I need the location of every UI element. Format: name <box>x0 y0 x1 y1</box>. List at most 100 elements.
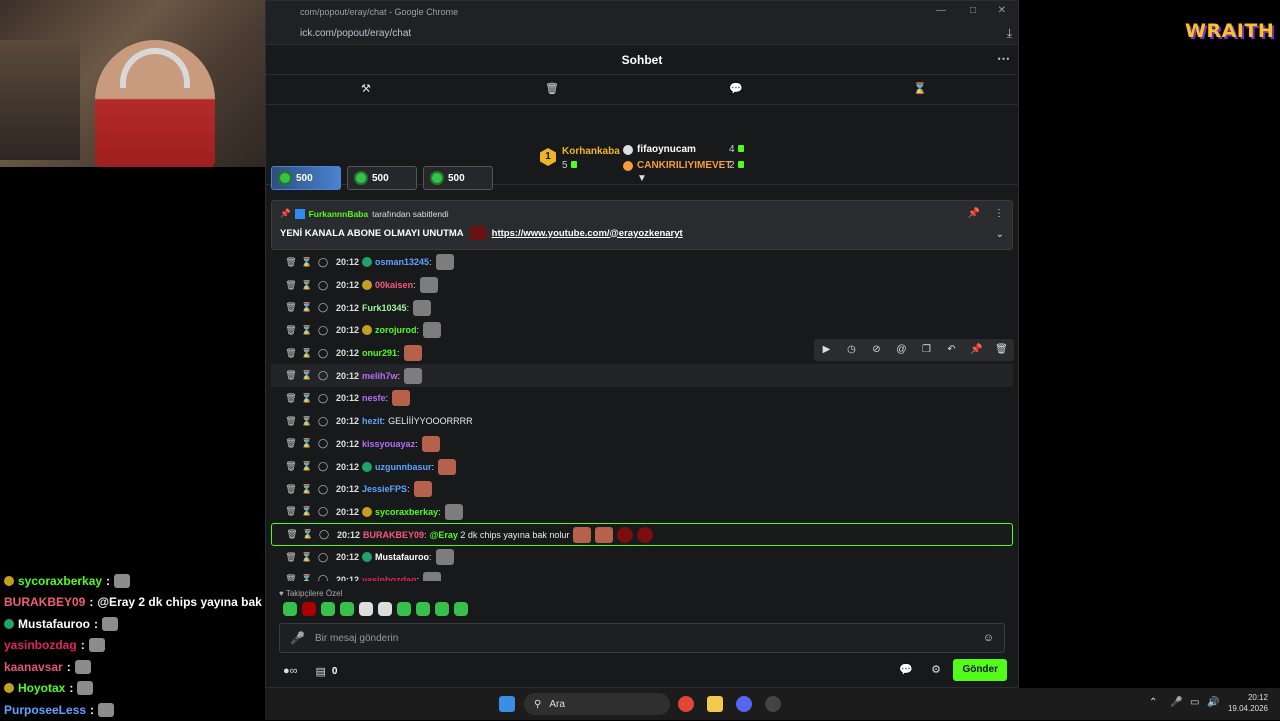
chat-message[interactable]: 🗑 ⌛ ◯ 20:12 00kaisen: <box>271 274 1013 297</box>
delete-icon[interactable]: 🗑 <box>284 552 298 563</box>
pinned-more-icon[interactable]: ⋮ <box>994 208 1004 219</box>
hourglass-icon[interactable]: ⌛ <box>300 302 314 313</box>
mention-icon[interactable]: @ <box>889 339 914 361</box>
message-user[interactable]: melih7w <box>362 371 398 381</box>
leader-second-name[interactable]: fifaoynucam <box>637 144 696 155</box>
expand-leaderboard-icon[interactable]: ▼ <box>637 173 647 184</box>
delete-icon[interactable]: 🗑 <box>284 302 298 313</box>
emote-button[interactable] <box>302 602 316 616</box>
chat-message[interactable]: 🗑 ⌛ ◯ 20:12 BURAKBEY09: @Eray 2 dk chips yay… <box>271 523 1013 546</box>
message-input[interactable]: 🎤 Bir mesaj gönderin ☺ <box>279 623 1005 653</box>
microphone-tray-icon[interactable]: 🎤 <box>1170 697 1182 708</box>
gift-card[interactable]: 500 <box>347 166 417 190</box>
shield-icon[interactable]: ◯ <box>316 325 330 336</box>
hourglass-icon[interactable]: ⌛ <box>300 280 314 291</box>
hourglass-icon[interactable]: ⌛ <box>300 257 314 268</box>
message-user[interactable]: hezit <box>362 416 383 426</box>
shield-icon[interactable]: ◯ <box>316 302 330 313</box>
message-user[interactable]: Furk10345 <box>362 303 407 313</box>
gift-card[interactable]: 500 <box>271 166 341 190</box>
pinned-by-user[interactable]: FurkannnBaba <box>309 209 369 219</box>
message-user[interactable]: JessieFPS <box>362 484 407 494</box>
message-user[interactable]: sycoraxberkay <box>375 507 438 517</box>
message-user[interactable]: osman13245 <box>375 257 429 267</box>
delete-icon[interactable]: 🗑 <box>284 506 298 517</box>
shield-icon[interactable]: ◯ <box>316 416 330 427</box>
pinned-link[interactable]: https://www.youtube.com/@erayozkenaryt <box>492 228 683 239</box>
gift-card[interactable]: 500 <box>423 166 493 190</box>
message-user[interactable]: onur291 <box>362 348 397 358</box>
delete-icon[interactable]: 🗑 <box>284 257 298 268</box>
delete-icon[interactable]: 🗑 <box>284 280 298 291</box>
message-user[interactable]: kissyouayaz <box>362 439 415 449</box>
message-user[interactable]: BURAKBEY09 <box>363 530 424 540</box>
hourglass-icon[interactable]: ⌛ <box>300 552 314 563</box>
leader-name[interactable]: Korhankaba <box>562 146 620 157</box>
chat-message[interactable]: 🗑 ⌛ ◯ 20:12 Mustafauroo: <box>271 546 1013 569</box>
shield-icon[interactable]: ◯ <box>316 370 330 381</box>
infinity-icon[interactable]: ●∞ <box>283 665 298 677</box>
app-icon[interactable] <box>765 696 781 712</box>
delete-icon[interactable]: 🗑 <box>284 393 298 404</box>
chat-message[interactable]: 🗑 ⌛ ◯ 20:12 nesfe: <box>271 387 1013 410</box>
chat-message[interactable]: 🗑 ⌛ ◯ 20:12 JessieFPS: <box>271 478 1013 501</box>
delete-icon[interactable]: 🗑 <box>284 325 298 336</box>
delete-icon[interactable]: 🗑 <box>284 438 298 449</box>
leader-third-name[interactable]: CANKIRILIYIMEVET <box>637 160 731 171</box>
delete-icon[interactable]: 🗑 <box>284 461 298 472</box>
chat-message[interactable]: 🗑 ⌛ ◯ 20:12 kissyouayaz: <box>271 433 1013 456</box>
send-button[interactable]: Gönder <box>953 659 1007 681</box>
hourglass-icon[interactable]: ⌛ <box>300 438 314 449</box>
pin-message-icon[interactable]: 📌 <box>964 339 989 361</box>
download-icon[interactable]: ⤓ <box>1007 26 1012 41</box>
hammer-icon[interactable]: ⚒ <box>361 82 371 95</box>
delete-icon[interactable]: 🗑 <box>284 484 298 495</box>
chat-message[interactable]: 🗑 ⌛ ◯ 20:12 yasinbozdag: <box>271 569 1013 581</box>
trash-icon[interactable]: 🗑 <box>545 82 559 95</box>
display-icon[interactable]: ▭ <box>1190 697 1199 708</box>
emote-button[interactable] <box>359 602 373 616</box>
message-user[interactable]: 00kaisen <box>375 280 413 290</box>
timeout-icon[interactable]: ◷ <box>839 339 864 361</box>
shield-icon[interactable]: ◯ <box>316 257 330 268</box>
shield-icon[interactable]: ◯ <box>316 552 330 563</box>
store-icon[interactable]: ▤ <box>316 665 326 678</box>
chevron-up-icon[interactable]: ⌃ <box>1149 697 1157 708</box>
emote-button[interactable] <box>321 602 335 616</box>
emote-button[interactable] <box>340 602 354 616</box>
message-user[interactable]: Mustafauroo <box>375 552 429 562</box>
hourglass-icon[interactable]: ⌛ <box>300 393 314 404</box>
clock[interactable]: 20:12 19.04.2026 <box>1228 692 1268 714</box>
chat-bubble-icon[interactable]: 💬 <box>899 663 913 676</box>
minimize-icon[interactable]: — <box>936 5 946 16</box>
shield-icon[interactable]: ◯ <box>316 280 330 291</box>
close-icon[interactable]: ✕ <box>998 5 1006 16</box>
ban-icon[interactable]: ⊘ <box>864 339 889 361</box>
shield-icon[interactable]: ◯ <box>316 461 330 472</box>
chevron-down-icon[interactable]: ⌄ <box>996 229 1004 240</box>
message-user[interactable]: nesfe <box>362 393 386 403</box>
message-user[interactable]: yasinbozdag <box>362 575 417 581</box>
taskbar-search[interactable]: ⚲ Ara <box>524 693 670 715</box>
shield-icon[interactable]: ◯ <box>316 348 330 359</box>
more-options-icon[interactable]: ⋯ <box>997 51 1010 67</box>
chat-message[interactable]: 🗑 ⌛ ◯ 20:12 uzgunnbasur: <box>271 455 1013 478</box>
shield-icon[interactable]: ◯ <box>316 393 330 404</box>
copy-icon[interactable]: ❐ <box>914 339 939 361</box>
delete-icon[interactable]: 🗑 <box>284 416 298 427</box>
undo-icon[interactable]: ↶ <box>939 339 964 361</box>
shield-icon[interactable]: ◯ <box>316 506 330 517</box>
hourglass-icon[interactable]: ⌛ <box>301 529 315 540</box>
shield-icon[interactable]: ◯ <box>317 529 331 540</box>
delete-icon[interactable]: 🗑 <box>284 574 298 581</box>
hourglass-icon[interactable]: ⌛ <box>300 370 314 381</box>
discord-icon[interactable] <box>736 696 752 712</box>
delete-icon[interactable]: 🗑 <box>989 339 1014 361</box>
message-user[interactable]: zorojurod <box>375 325 417 335</box>
hourglass-icon[interactable]: ⌛ <box>300 325 314 336</box>
hourglass-icon[interactable]: ⌛ <box>300 574 314 581</box>
settings-icon[interactable]: ⚙ <box>931 663 941 676</box>
chat-message[interactable]: 🗑 ⌛ ◯ 20:12 melih7w: <box>271 364 1013 388</box>
hourglass-icon[interactable]: ⌛ <box>913 82 927 95</box>
windows-start-icon[interactable] <box>499 696 515 712</box>
